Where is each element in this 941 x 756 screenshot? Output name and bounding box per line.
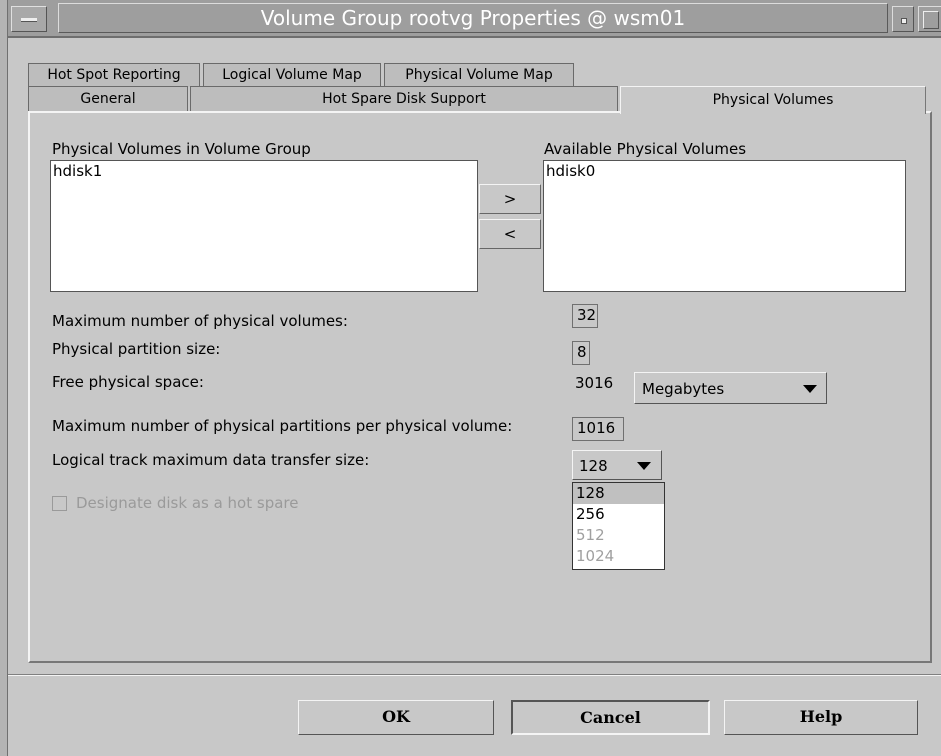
hot-spare-checkbox[interactable] [52,496,67,511]
window-menu-icon [21,18,37,22]
list-item[interactable]: hdisk0 [546,163,903,180]
tab-physical-volume-map[interactable]: Physical Volume Map [384,63,574,87]
ltg-selected-value: 128 [579,457,608,475]
ltg-select[interactable]: 128 [572,450,662,480]
window-frame-left [0,0,8,756]
max-pv-label: Maximum number of physical volumes: [52,312,348,330]
free-space-label: Free physical space: [52,373,204,391]
pp-size-label: Physical partition size: [52,340,221,358]
separator [8,674,941,676]
chevron-down-icon [637,462,651,470]
tab-physical-volumes[interactable]: Physical Volumes [620,86,926,114]
remove-volume-button[interactable]: < [479,219,541,249]
minimize-icon [901,18,907,24]
title-bar[interactable]: Volume Group rootvg Properties @ wsm01 [8,0,941,38]
tab-general[interactable]: General [28,86,188,112]
pp-size-value: 8 [572,341,590,365]
free-space-value: 3016 [575,374,614,392]
cancel-button[interactable]: Cancel [511,700,710,735]
in-group-list[interactable]: hdisk1 [50,160,478,292]
free-space-unit-select[interactable]: Megabytes [634,372,827,404]
chevron-down-icon [803,385,817,393]
tab-hot-spot-reporting[interactable]: Hot Spot Reporting [28,63,200,87]
maximize-button[interactable] [918,6,941,32]
help-button[interactable]: Help [724,700,918,735]
add-volume-button[interactable]: > [479,184,541,214]
ltg-label: Logical track maximum data transfer size… [52,451,370,469]
max-pp-label: Maximum number of physical partitions pe… [52,417,513,435]
max-pv-value: 32 [572,304,598,328]
dropdown-option-512: 512 [576,526,605,544]
available-label: Available Physical Volumes [544,140,747,158]
tab-hot-spare-disk-support[interactable]: Hot Spare Disk Support [190,86,618,112]
list-item[interactable]: hdisk1 [53,163,475,180]
ok-button[interactable]: OK [298,700,494,735]
free-space-unit-value: Megabytes [642,380,725,398]
dropdown-option-128[interactable]: 128 [573,483,664,504]
dropdown-option-1024: 1024 [576,547,615,565]
available-list[interactable]: hdisk0 [543,160,906,292]
ltg-dropdown-list[interactable]: 128 256 512 1024 [572,482,665,570]
max-pp-value: 1016 [572,417,624,441]
window-menu-button[interactable] [11,6,47,32]
in-group-label: Physical Volumes in Volume Group [52,140,311,158]
window-title: Volume Group rootvg Properties @ wsm01 [58,3,888,33]
maximize-icon [923,11,939,29]
hot-spare-label: Designate disk as a hot spare [76,494,299,512]
minimize-button[interactable] [892,6,914,32]
dropdown-option-256[interactable]: 256 [573,504,664,525]
tab-logical-volume-map[interactable]: Logical Volume Map [203,63,381,87]
